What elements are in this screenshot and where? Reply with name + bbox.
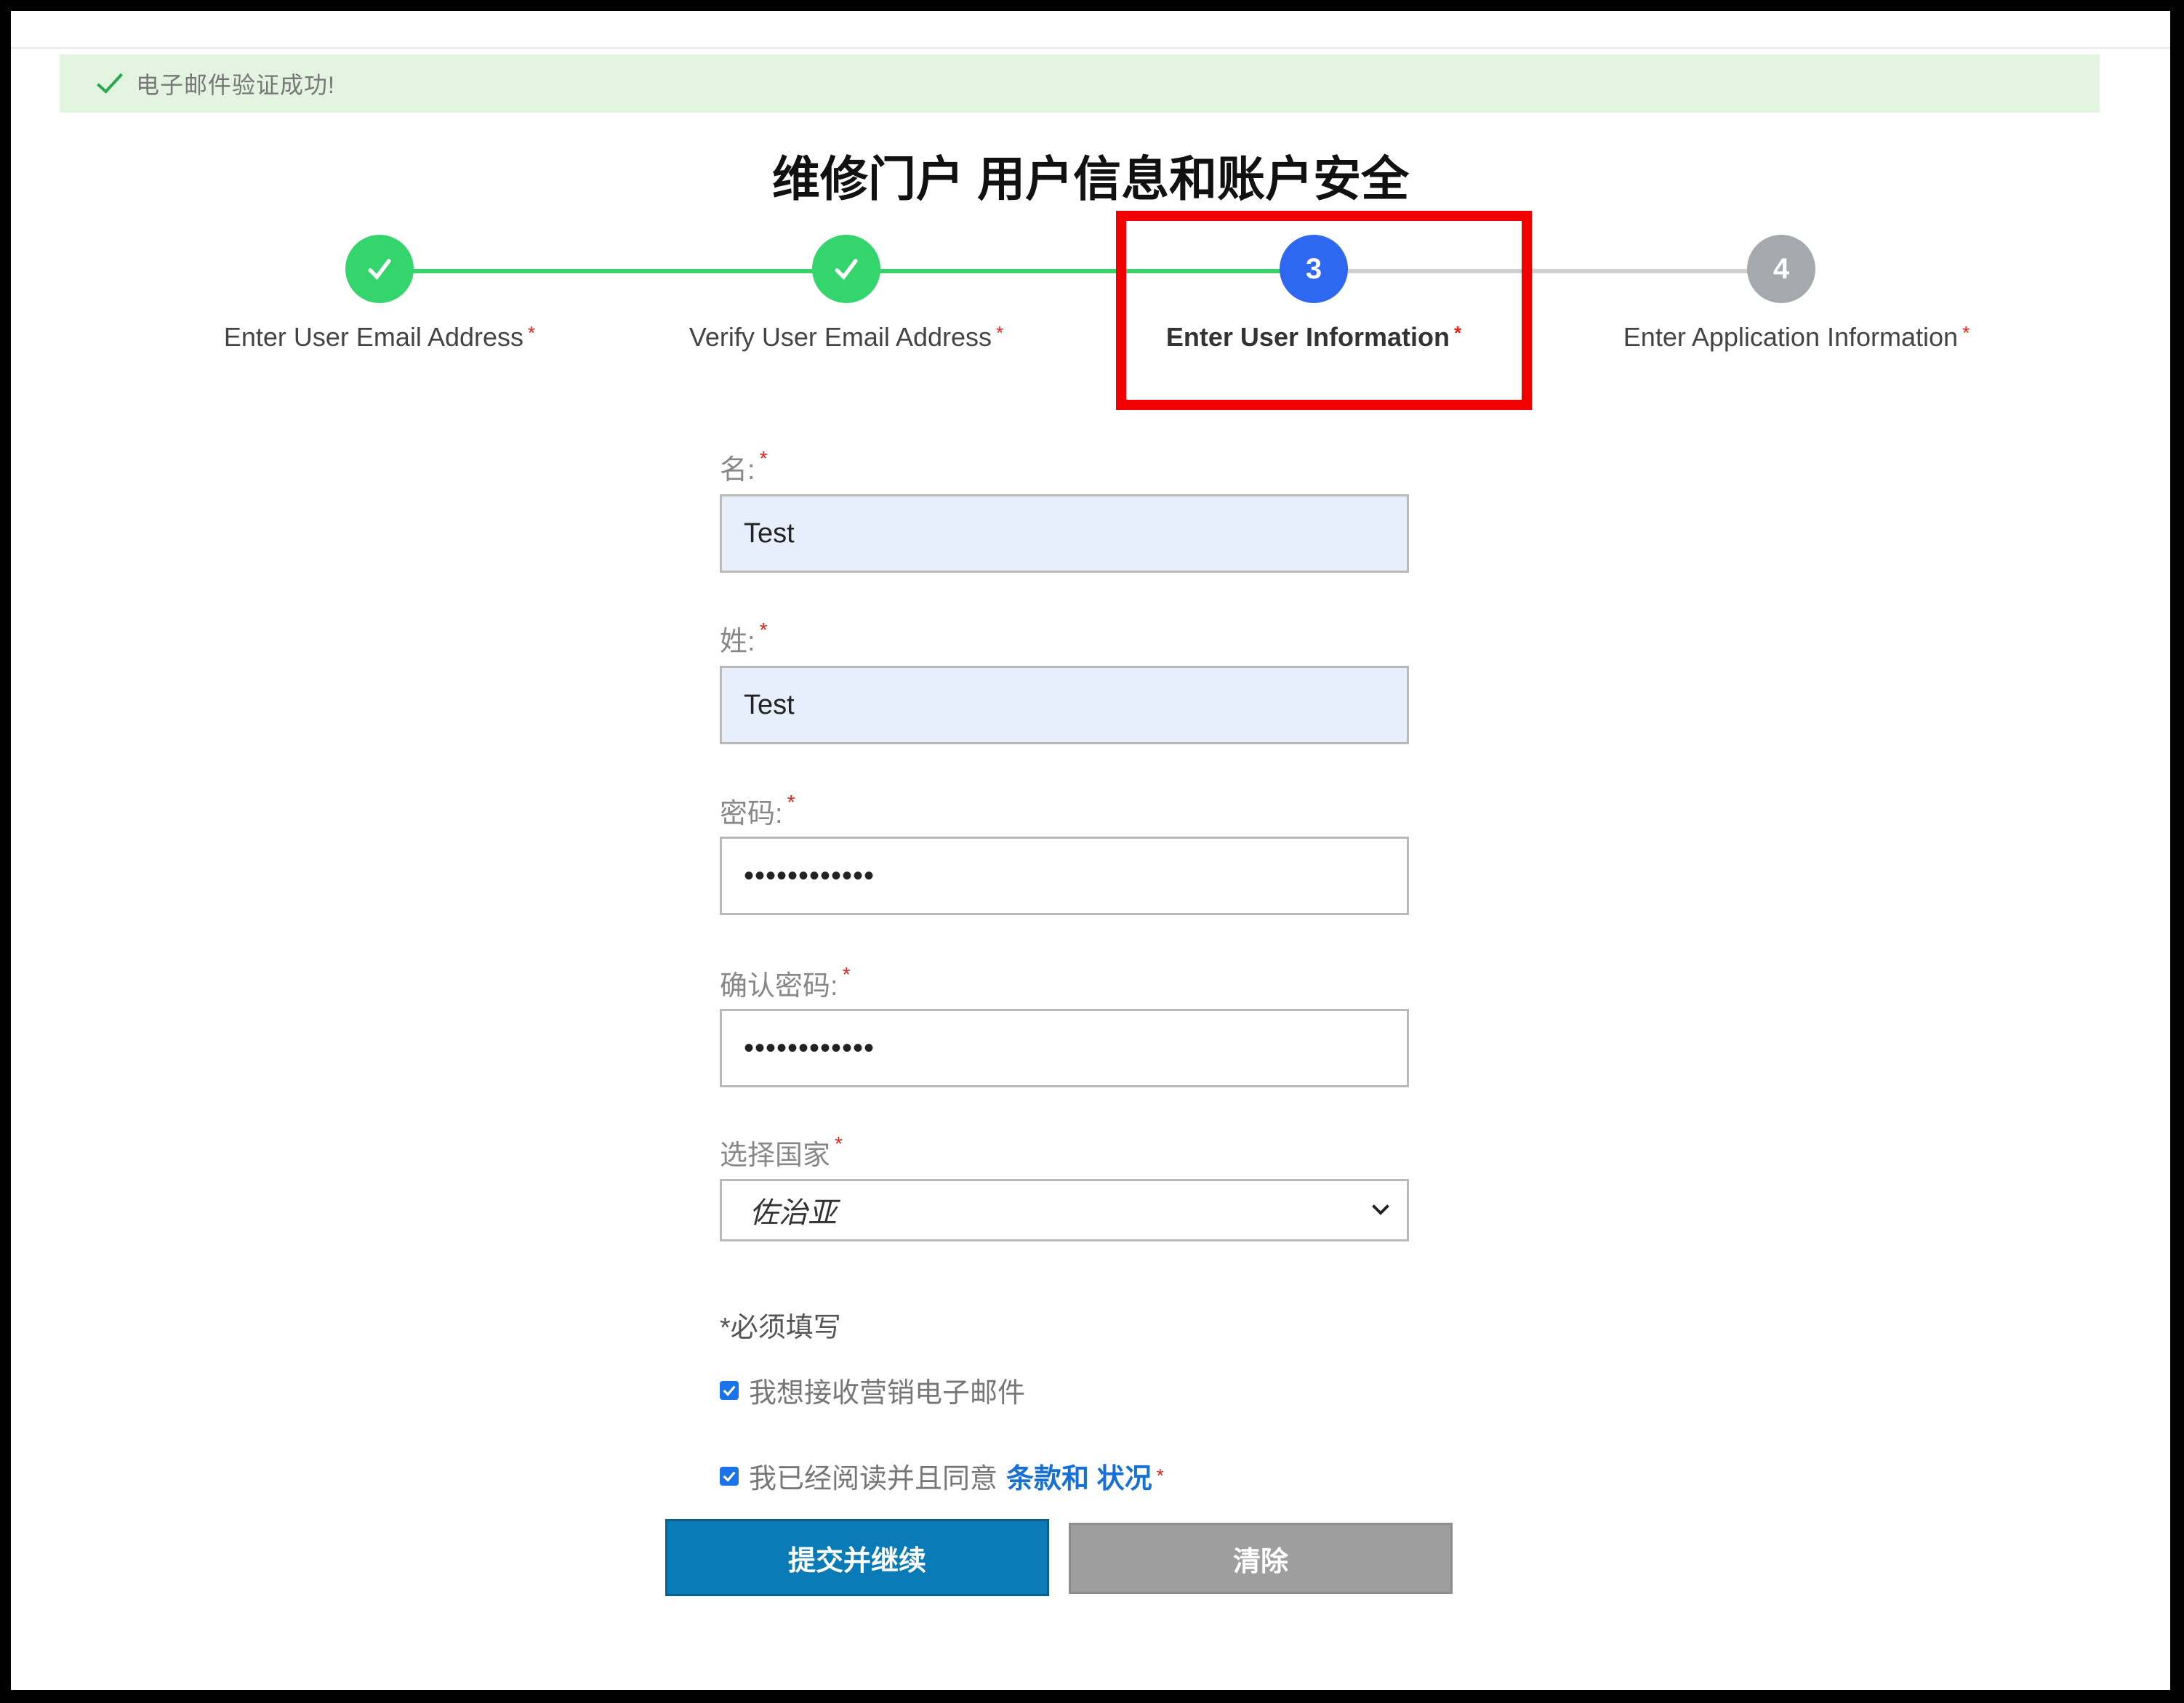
- step-2-circle: [812, 235, 880, 303]
- step-1-label: Enter User Email Address *: [223, 322, 536, 352]
- page-frame: 电子邮件验证成功! 维修门户 用户信息和账户安全 Enter User Emai…: [11, 11, 2170, 1690]
- check-icon: [97, 73, 123, 94]
- country-select-value: 佐治亚: [750, 1197, 837, 1229]
- marketing-checkbox-row: 我想接收营销电子邮件: [720, 1370, 1025, 1410]
- clear-button[interactable]: 清除: [1069, 1523, 1453, 1594]
- password-label: 密码: *: [720, 791, 795, 829]
- first-name-label: 名: *: [720, 447, 768, 486]
- chevron-down-icon: [1372, 1204, 1389, 1215]
- step-2-label: Verify User Email Address *: [688, 322, 1004, 352]
- step-1-circle: [345, 235, 414, 303]
- last-name-label: 姓: *: [720, 619, 768, 657]
- marketing-checkbox[interactable]: [720, 1380, 739, 1400]
- submit-continue-button[interactable]: 提交并继续: [665, 1519, 1049, 1596]
- divider: [11, 47, 2170, 49]
- terms-checkbox-label: 我已经阅读并且同意: [749, 1464, 998, 1494]
- terms-checkbox[interactable]: [720, 1466, 739, 1486]
- check-icon: [368, 259, 391, 281]
- last-name-input[interactable]: Test: [720, 666, 1409, 744]
- required-note: *必须填写: [720, 1313, 841, 1343]
- alert-message: 电子邮件验证成功!: [136, 72, 335, 98]
- country-label: 选择国家 *: [720, 1132, 843, 1171]
- stepper-track-1: [404, 269, 869, 273]
- country-select[interactable]: 佐治亚: [720, 1179, 1409, 1241]
- checkmark-icon: [723, 1385, 736, 1396]
- confirm-password-label: 确认密码: *: [720, 963, 851, 1002]
- page-title: 维修门户 用户信息和账户安全: [771, 152, 1410, 206]
- marketing-checkbox-label: 我想接收营销电子邮件: [749, 1378, 1026, 1409]
- success-alert: 电子邮件验证成功!: [60, 55, 2100, 113]
- step-4-circle: 4: [1747, 235, 1815, 303]
- check-icon: [835, 259, 858, 281]
- step-4-label: Enter Application Information *: [1623, 322, 1970, 352]
- highlight-box: [1116, 211, 1532, 410]
- terms-link[interactable]: 条款和 状况: [1006, 1456, 1152, 1496]
- terms-checkbox-row: 我已经阅读并且同意 条款和 状况 *: [720, 1456, 1164, 1496]
- first-name-input[interactable]: Test: [720, 494, 1409, 573]
- confirm-password-input[interactable]: ••••••••••••: [720, 1009, 1409, 1087]
- password-input[interactable]: ••••••••••••: [720, 837, 1409, 915]
- checkmark-icon: [723, 1470, 736, 1482]
